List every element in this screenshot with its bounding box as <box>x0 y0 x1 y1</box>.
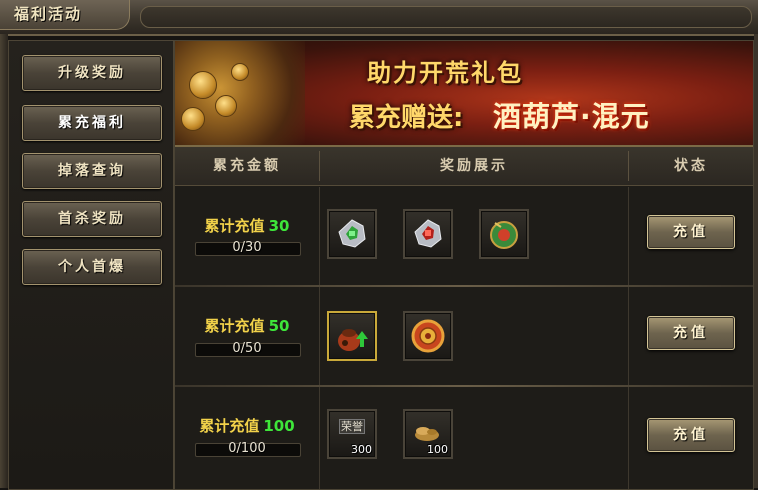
coin-icon <box>215 95 237 117</box>
table-row: 累计充值 30 0/30 充值 <box>175 187 753 285</box>
reward-quantity: 100 <box>427 443 448 456</box>
reward-slot[interactable] <box>403 209 453 259</box>
header-amount: 累充金额 <box>213 158 281 174</box>
coin-icon <box>181 107 205 131</box>
column-divider <box>319 287 320 385</box>
sidebar-item-personal-first-drop[interactable]: 个人首爆 <box>22 249 162 285</box>
sidebar-item-level-reward[interactable]: 升级奖励 <box>22 55 162 91</box>
banner-highlight-item: 酒葫芦·混元 <box>493 100 650 133</box>
progress-text: 0/50 <box>232 341 262 356</box>
sidebar-item-first-kill-reward[interactable]: 首杀奖励 <box>22 201 162 237</box>
promo-banner: 助力开荒礼包 累充赠送: 酒葫芦·混元 <box>175 41 753 147</box>
reward-slot[interactable] <box>403 311 453 361</box>
main-panel: 助力开荒礼包 累充赠送: 酒葫芦·混元 累充金额 奖励展示 状态 累计充值 30 … <box>174 40 754 490</box>
header-status: 状态 <box>674 158 708 174</box>
sidebar-item-drop-query[interactable]: 掉落查询 <box>22 153 162 189</box>
green-gem-icon <box>338 219 366 248</box>
reward-slot[interactable] <box>327 209 377 259</box>
row-requirement: 累计充值 100 <box>175 415 319 436</box>
reward-slot[interactable]: 荣誉 300 <box>327 409 377 459</box>
frame-right-border <box>754 34 758 488</box>
table-header: 累充金额 奖励展示 状态 <box>175 147 753 186</box>
column-divider <box>628 187 629 285</box>
requirement-target: 30 <box>268 217 290 235</box>
requirement-label: 累计充值 <box>199 417 260 435</box>
reward-slot[interactable] <box>327 311 377 361</box>
progress-text: 0/100 <box>228 441 266 456</box>
requirement-target: 100 <box>263 417 295 435</box>
sidebar: 升级奖励 累充福利 掉落查询 首杀奖励 个人首爆 <box>8 40 174 490</box>
recharge-button[interactable]: 充值 <box>647 316 735 350</box>
requirement-label: 累计充值 <box>204 317 265 335</box>
column-divider <box>319 387 320 489</box>
requirement-label: 累计充值 <box>204 217 265 235</box>
jade-orb-icon <box>490 221 518 249</box>
honor-token-icon: 荣誉 <box>339 419 365 434</box>
recharge-button[interactable]: 充值 <box>647 215 735 249</box>
table-row: 累计充值 50 0/50 充值 <box>175 287 753 385</box>
table-row: 累计充值 100 0/100 荣誉 300 100 充值 <box>175 387 753 489</box>
window-titlebar: 福利活动 <box>0 0 758 36</box>
row-requirement: 累计充值 50 <box>175 315 319 336</box>
banner-title: 助力开荒礼包 <box>367 59 523 87</box>
upgrade-pouch-icon <box>338 329 368 351</box>
progress-text: 0/30 <box>232 240 262 255</box>
coin-icon <box>189 71 217 99</box>
window-title: 福利活动 <box>0 0 130 30</box>
recharge-button[interactable]: 充值 <box>647 418 735 452</box>
header-rewards: 奖励展示 <box>440 158 508 174</box>
reward-slot[interactable]: 100 <box>403 409 453 459</box>
gold-medal-icon <box>411 319 445 353</box>
row-requirement: 累计充值 30 <box>175 215 319 236</box>
reward-slot[interactable] <box>479 209 529 259</box>
banner-subtitle: 累充赠送: <box>349 103 464 133</box>
requirement-target: 50 <box>268 317 290 335</box>
column-divider <box>628 287 629 385</box>
column-divider <box>319 187 320 285</box>
column-divider <box>628 387 629 489</box>
sidebar-item-recharge-benefit[interactable]: 累充福利 <box>22 105 162 141</box>
reward-quantity: 300 <box>351 443 372 456</box>
red-gem-icon <box>414 219 442 248</box>
titlebar-ornament <box>140 6 752 28</box>
frame-left-border <box>0 34 8 488</box>
